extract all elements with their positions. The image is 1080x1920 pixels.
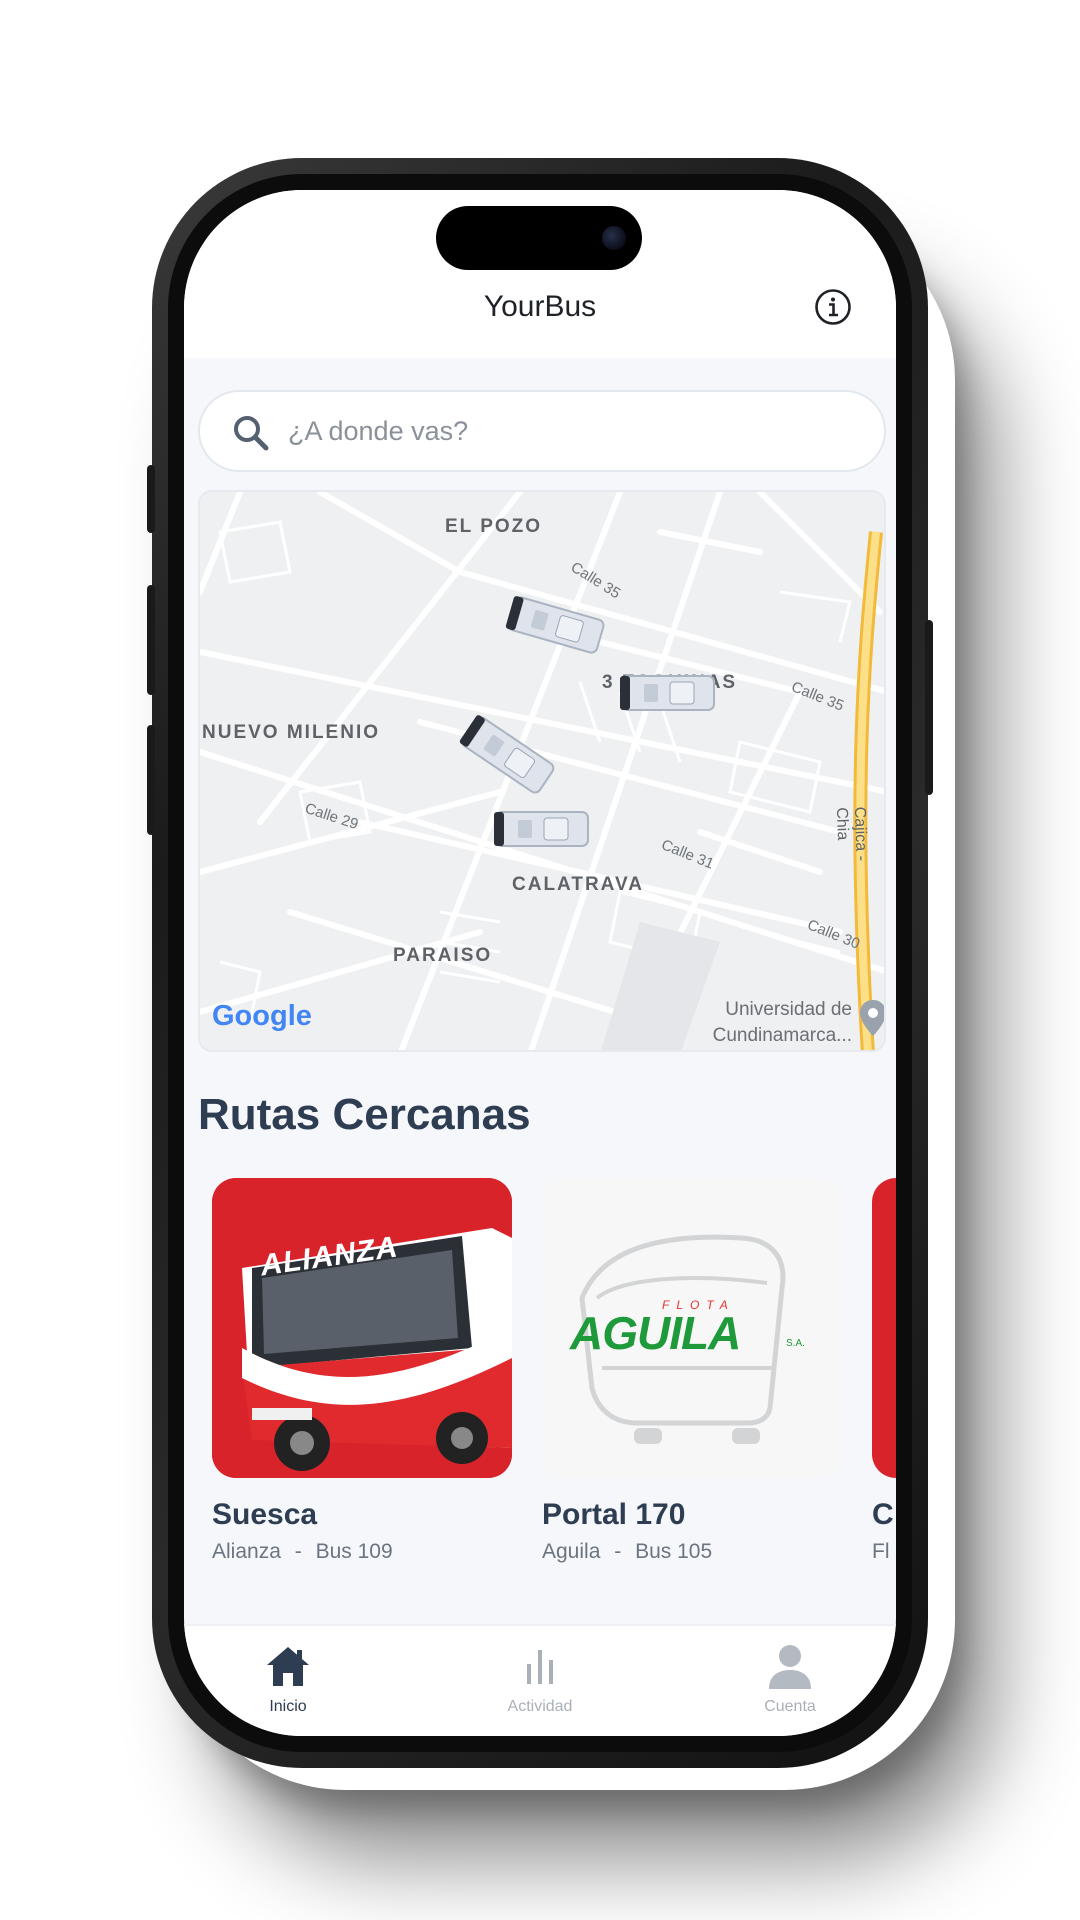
route-separator: - bbox=[294, 1540, 302, 1563]
route-card[interactable]: ALIANZA Suesca Alianza - Bus 109 bbox=[212, 1178, 512, 1564]
map-label-el-pozo: EL POZO bbox=[445, 516, 543, 537]
info-icon bbox=[815, 289, 851, 325]
route-image-aguila: FLOTA AGUILA S.A. bbox=[542, 1178, 842, 1478]
map-label-paraiso: PARAISO bbox=[393, 945, 493, 966]
bus-marker[interactable] bbox=[492, 806, 592, 852]
location-pin-icon[interactable] bbox=[858, 998, 886, 1038]
route-company: Fl bbox=[872, 1540, 890, 1563]
poi-label: Universidad de Cundinamarca... bbox=[713, 997, 852, 1049]
bar-chart-icon bbox=[516, 1642, 564, 1690]
power-button bbox=[925, 620, 933, 795]
home-icon bbox=[264, 1642, 312, 1690]
tab-label: Inicio bbox=[269, 1698, 307, 1715]
route-separator: - bbox=[614, 1540, 622, 1563]
map-label-nuevo-milenio: NUEVO MILENIO bbox=[202, 722, 381, 743]
route-name: Portal 170 bbox=[542, 1498, 686, 1531]
google-logo-text: Google bbox=[212, 1000, 312, 1032]
tab-actividad[interactable]: Actividad bbox=[460, 1626, 620, 1716]
route-details: Fl bbox=[872, 1540, 896, 1564]
tab-label: Actividad bbox=[507, 1698, 573, 1715]
search-icon bbox=[234, 416, 269, 451]
bottom-tab-bar: Inicio Actividad Cuenta bbox=[184, 1624, 896, 1736]
bus-marker[interactable] bbox=[618, 670, 718, 716]
route-bus: Bus 105 bbox=[635, 1540, 713, 1563]
dynamic-island bbox=[436, 206, 642, 270]
route-bus: Bus 109 bbox=[315, 1540, 393, 1563]
route-image-alianza: ALIANZA bbox=[212, 1178, 512, 1478]
route-name: Suesca bbox=[212, 1498, 318, 1531]
action-button bbox=[147, 465, 155, 533]
volume-down-button bbox=[147, 725, 155, 835]
poi-label-line1: Universidad de bbox=[725, 999, 852, 1020]
map-label-calatrava: CALATRAVA bbox=[512, 874, 644, 895]
route-details: Aguila - Bus 105 bbox=[542, 1540, 842, 1564]
tab-inicio[interactable]: Inicio bbox=[208, 1626, 368, 1716]
google-logo: Google bbox=[212, 1000, 312, 1033]
app-title: YourBus bbox=[483, 290, 597, 323]
tab-cuenta[interactable]: Cuenta bbox=[710, 1626, 870, 1716]
route-card[interactable]: FLOTA AGUILA S.A. Portal 170 Aguila - Bu… bbox=[542, 1178, 842, 1564]
route-company: Aguila bbox=[542, 1540, 601, 1563]
route-image-partial bbox=[872, 1178, 896, 1478]
nearby-routes-title: Rutas Cercanas bbox=[198, 1090, 531, 1139]
aguila-sa-text: S.A. bbox=[786, 1338, 805, 1349]
aguila-logo-text: AGUILA bbox=[570, 1307, 741, 1359]
front-camera bbox=[602, 226, 626, 250]
route-company: Alianza bbox=[212, 1540, 281, 1563]
app-screen: YourBus ¿A donde vas? EL POZO 3 NUEVO MI… bbox=[184, 190, 896, 1736]
map-view[interactable]: EL POZO 3 ESQUINAS NUEVO MILENIO CALATRA… bbox=[198, 490, 886, 1052]
tab-label: Cuenta bbox=[764, 1698, 816, 1715]
route-details: Alianza - Bus 109 bbox=[212, 1540, 512, 1564]
stage: YourBus ¿A donde vas? EL POZO 3 NUEVO MI… bbox=[0, 0, 1080, 1920]
route-card[interactable]: C Fl bbox=[872, 1178, 896, 1564]
alianza-bus-illustration bbox=[212, 1178, 512, 1478]
volume-up-button bbox=[147, 585, 155, 695]
route-name: C bbox=[872, 1498, 894, 1531]
search-bar[interactable]: ¿A donde vas? bbox=[198, 390, 886, 472]
user-icon bbox=[766, 1642, 814, 1690]
street-label-highway: Cajica - Chia bbox=[832, 806, 870, 862]
info-button[interactable] bbox=[814, 288, 852, 326]
poi-label-line2: Cundinamarca... bbox=[712, 1025, 852, 1046]
search-placeholder: ¿A donde vas? bbox=[288, 416, 469, 446]
